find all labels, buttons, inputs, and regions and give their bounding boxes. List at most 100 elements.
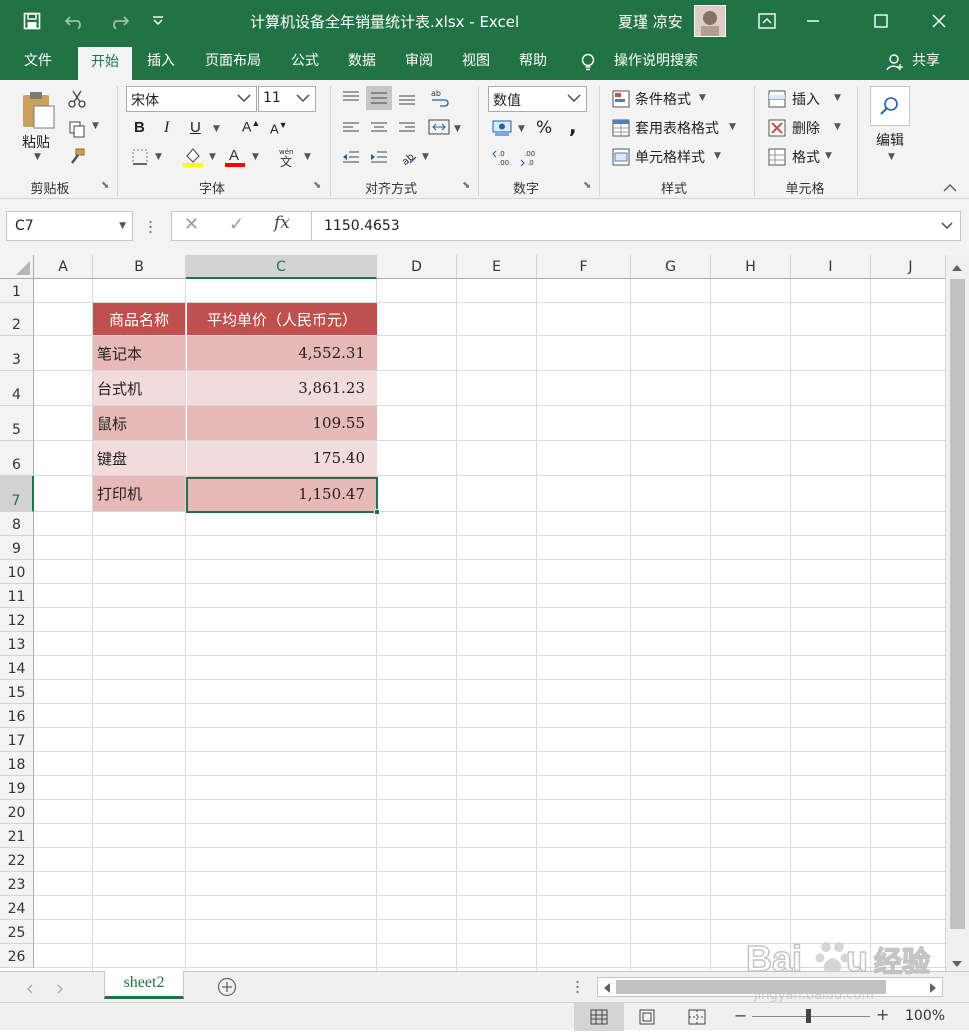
cancel-entry-icon[interactable]: ✕ xyxy=(184,214,199,235)
delete-cells-button[interactable]: 删除 xyxy=(792,118,820,138)
alignment-launcher-icon[interactable]: ⬊ xyxy=(462,180,470,191)
maximize-icon[interactable] xyxy=(858,0,904,42)
row-header-21[interactable]: 21 xyxy=(0,824,34,848)
format-painter-icon[interactable] xyxy=(68,148,86,166)
number-launcher-icon[interactable]: ⬊ xyxy=(583,180,591,191)
conditional-formatting-dropdown-icon[interactable]: ▼ xyxy=(699,93,706,103)
format-cells-dropdown-icon[interactable]: ▼ xyxy=(825,151,832,161)
row-header-24[interactable]: 24 xyxy=(0,896,34,920)
cell-styles-icon[interactable] xyxy=(612,148,630,166)
conditional-formatting-icon[interactable] xyxy=(612,90,630,108)
tab-review[interactable]: 审阅 xyxy=(394,42,444,80)
align-center-icon[interactable] xyxy=(370,121,388,139)
table-cell-price[interactable]: 109.55 xyxy=(187,406,377,440)
cell-styles-dropdown-icon[interactable]: ▼ xyxy=(714,151,721,161)
underline-button[interactable]: U xyxy=(190,119,201,136)
row-header-16[interactable]: 16 xyxy=(0,704,34,728)
phonetic-guide-icon[interactable]: wén 文 xyxy=(277,146,295,169)
column-header-g[interactable]: G xyxy=(631,255,711,279)
borders-dropdown-icon[interactable]: ▼ xyxy=(155,152,162,162)
tab-data[interactable]: 数据 xyxy=(337,42,387,80)
align-middle-button[interactable] xyxy=(366,86,392,110)
copy-icon[interactable] xyxy=(68,120,86,138)
zoom-slider-thumb[interactable] xyxy=(806,1009,811,1023)
row-header-14[interactable]: 14 xyxy=(0,656,34,680)
wrap-text-icon[interactable]: ab xyxy=(430,88,449,107)
delete-cells-dropdown-icon[interactable]: ▼ xyxy=(834,122,841,132)
column-header-i[interactable]: I xyxy=(791,255,871,279)
underline-dropdown-icon[interactable]: ▼ xyxy=(213,124,220,134)
column-header-c[interactable]: C xyxy=(186,255,377,279)
font-name-combo[interactable]: 宋体 xyxy=(126,86,257,112)
customize-qat-icon[interactable] xyxy=(142,0,174,42)
row-header-11[interactable]: 11 xyxy=(0,584,34,608)
row-header-23[interactable]: 23 xyxy=(0,872,34,896)
format-as-table-icon[interactable] xyxy=(612,119,630,137)
add-sheet-icon[interactable] xyxy=(217,977,237,1001)
normal-view-button[interactable] xyxy=(574,1003,624,1031)
row-header-20[interactable]: 20 xyxy=(0,800,34,824)
table-cell-price[interactable]: 3,861.23 xyxy=(187,371,377,405)
name-box[interactable]: C7 ▼ xyxy=(6,211,133,241)
paste-dropdown-icon[interactable]: ▼ xyxy=(34,152,41,162)
table-cell-product[interactable]: 打印机 xyxy=(93,476,185,511)
table-header-cell[interactable]: 平均单价（人民币元） xyxy=(187,303,377,335)
name-box-dropdown-icon[interactable]: ▼ xyxy=(119,221,126,231)
bold-button[interactable]: B xyxy=(134,119,145,136)
worksheet-grid[interactable]: ABCDEFGHIJ 1 2 3 4 5 6 7 8 9 10 11 12 13 14 15 16 17 18 19… xyxy=(0,255,945,971)
row-header-8[interactable]: 8 xyxy=(0,512,34,536)
column-header-e[interactable]: E xyxy=(457,255,537,279)
next-sheet-icon[interactable] xyxy=(56,982,64,998)
scroll-left-icon[interactable] xyxy=(602,982,612,998)
row-header-17[interactable]: 17 xyxy=(0,728,34,752)
zoom-out-icon[interactable]: − xyxy=(734,1006,747,1025)
row-header-18[interactable]: 18 xyxy=(0,752,34,776)
align-top-icon[interactable] xyxy=(342,90,360,108)
table-cell-price[interactable]: 175.40 xyxy=(187,441,377,475)
share-person-icon[interactable] xyxy=(886,53,904,75)
column-header-h[interactable]: H xyxy=(711,255,791,279)
percent-style-button[interactable]: % xyxy=(536,118,552,138)
search-icon[interactable] xyxy=(870,86,910,126)
tab-file[interactable]: 文件 xyxy=(10,42,66,80)
row-header-3[interactable]: 3 xyxy=(0,336,34,371)
sheet-tab-sheet2[interactable]: sheet2 xyxy=(104,971,184,999)
row-header-25[interactable]: 25 xyxy=(0,920,34,944)
comma-style-button[interactable]: , xyxy=(569,114,577,138)
tab-page-layout[interactable]: 页面布局 xyxy=(196,42,270,80)
fill-color-dropdown-icon[interactable]: ▼ xyxy=(209,152,216,162)
formula-bar-grip-icon[interactable] xyxy=(149,219,152,235)
fill-color-icon[interactable] xyxy=(183,146,203,167)
decrease-font-size-icon[interactable]: A▼ xyxy=(270,120,288,136)
table-header-cell[interactable]: 商品名称 xyxy=(93,303,185,335)
save-icon[interactable] xyxy=(12,0,52,42)
tab-formulas[interactable]: 公式 xyxy=(280,42,330,80)
borders-icon[interactable] xyxy=(131,148,149,166)
column-header-a[interactable]: A xyxy=(34,255,93,279)
decrease-indent-icon[interactable] xyxy=(342,150,360,168)
orientation-dropdown-icon[interactable]: ▼ xyxy=(422,152,429,162)
cell-styles-button[interactable]: 单元格样式 xyxy=(635,147,705,167)
share-button[interactable]: 共享 xyxy=(906,42,946,80)
increase-decimal-icon[interactable]: .0.00 xyxy=(492,148,510,167)
align-right-icon[interactable] xyxy=(398,121,416,139)
merge-center-icon[interactable] xyxy=(428,118,450,136)
increase-indent-icon[interactable] xyxy=(370,150,388,168)
number-format-combo[interactable]: 数值 xyxy=(488,86,587,112)
insert-cells-icon[interactable] xyxy=(768,90,786,108)
select-all-button[interactable] xyxy=(0,255,34,279)
font-size-combo[interactable]: 11 xyxy=(258,86,316,112)
zoom-in-icon[interactable]: + xyxy=(876,1005,889,1024)
row-header-19[interactable]: 19 xyxy=(0,776,34,800)
ribbon-display-options-icon[interactable] xyxy=(744,0,790,42)
row-header-9[interactable]: 9 xyxy=(0,536,34,560)
format-as-table-button[interactable]: 套用表格格式 xyxy=(635,118,719,138)
italic-button[interactable]: I xyxy=(164,119,169,137)
avatar[interactable] xyxy=(694,5,726,37)
phonetic-dropdown-icon[interactable]: ▼ xyxy=(304,152,311,162)
format-cells-button[interactable]: 格式 xyxy=(792,147,820,167)
increase-font-size-icon[interactable]: A▲ xyxy=(242,118,260,135)
cut-icon[interactable] xyxy=(68,90,86,108)
font-color-icon[interactable]: A xyxy=(225,146,245,167)
minimize-icon[interactable] xyxy=(790,0,836,42)
